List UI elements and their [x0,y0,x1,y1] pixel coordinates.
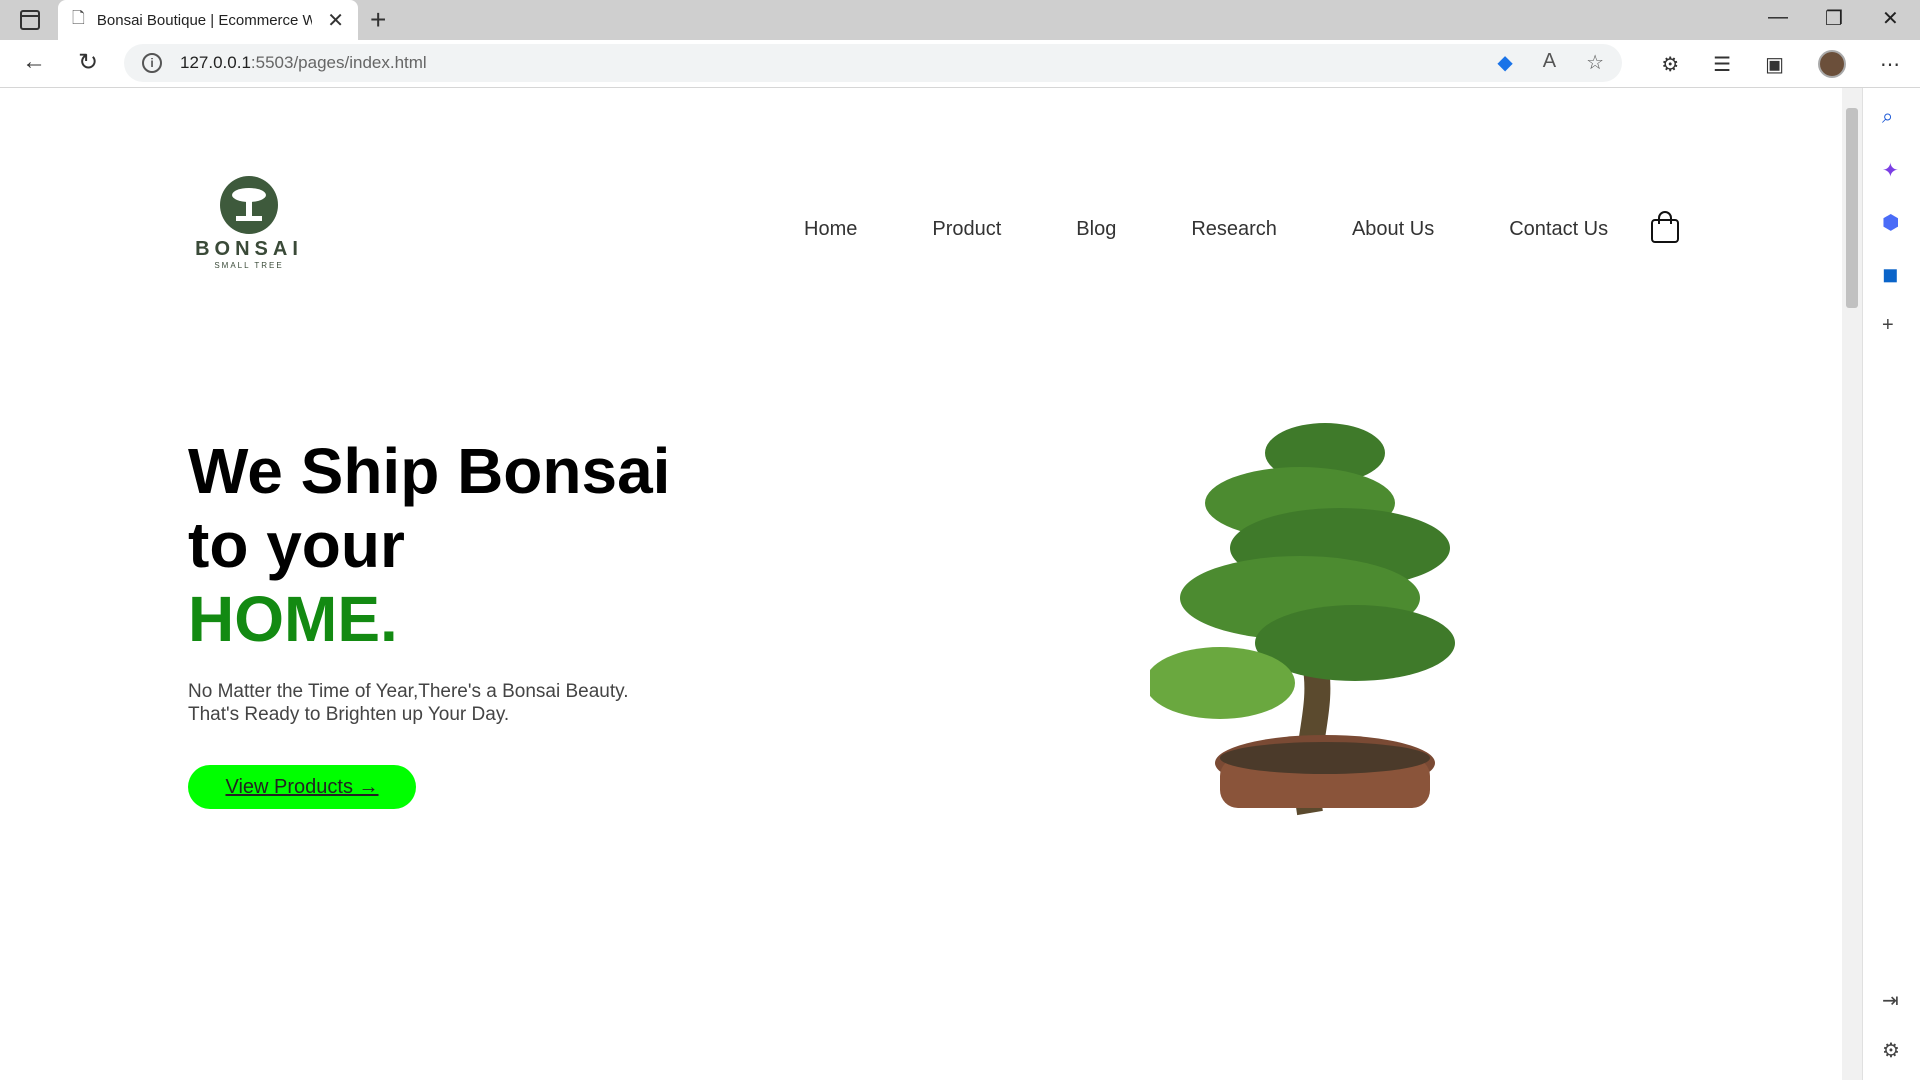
search-icon[interactable]: ⌕ [1882,106,1893,129]
hero-subtitle-line-1: No Matter the Time of Year,There's a Bon… [188,681,629,702]
back-icon[interactable]: ← [22,48,46,76]
hero-subtitle: No Matter the Time of Year,There's a Bon… [188,680,708,726]
tab-actions-icon[interactable] [20,10,40,30]
hide-sidebar-icon[interactable]: ⇥ [1882,988,1899,1013]
brand-tagline: SMALL TREE [214,261,284,270]
brand-name: BONSAI [195,238,303,260]
bonsai-logo-icon [220,176,278,234]
browser-toolbar: ← ↻ i 127.0.0.1:5503/pages/index.html ◆ … [0,40,1920,88]
settings-gear-icon[interactable]: ⚙ [1882,1038,1900,1063]
close-window-icon[interactable]: ✕ [1882,6,1899,31]
hero-line-1: We Ship Bonsai [188,435,671,507]
bonsai-tree-image [1150,423,1455,816]
page-icon: 🗋 [72,9,85,27]
nav-home[interactable]: Home [804,218,857,241]
nav-product[interactable]: Product [932,218,1001,241]
close-tab-icon[interactable]: ✕ [327,8,344,33]
collections-icon[interactable]: ▣ [1765,52,1784,77]
shopping-bag-icon[interactable] [1650,210,1680,244]
scrollbar-thumb[interactable] [1846,108,1858,308]
nav-contact-us[interactable]: Contact Us [1509,218,1608,241]
profile-avatar[interactable] [1818,50,1846,78]
restore-icon[interactable]: ❐ [1825,6,1843,31]
tab-title: Bonsai Boutique | Ecommerce W [96,11,312,29]
toolbar-actions: ⚙ ☰ ▣ ⋯ [1661,50,1900,78]
hero-subtitle-line-2: That's Ready to Brighten up Your Day. [188,704,510,725]
copilot-icon[interactable]: ✦ [1882,158,1899,183]
view-products-button[interactable]: View Products → [188,765,416,809]
more-menu-icon[interactable]: ⋯ [1880,52,1900,77]
info-icon[interactable]: i [142,53,162,73]
web-page: BONSAI SMALL TREE Home Product Blog Rese… [0,88,1842,1080]
add-favorite-icon[interactable]: ☆ [1586,50,1604,75]
nav-blog[interactable]: Blog [1076,218,1116,241]
add-icon[interactable]: + [1882,314,1894,337]
outlook-icon[interactable]: ◼ [1882,262,1899,287]
favorites-icon[interactable]: ☰ [1713,52,1731,77]
site-logo[interactable]: BONSAI SMALL TREE [186,176,312,270]
edge-sidebar: ⌕ ✦ ⬢ ◼ + ⇥ ⚙ [1862,88,1920,1080]
refresh-icon[interactable]: ↻ [78,48,98,77]
page-scrollbar[interactable] [1842,88,1862,1080]
browser-tab[interactable]: 🗋 Bonsai Boutique | Ecommerce W ✕ [58,0,358,40]
extensions-icon[interactable]: ⚙ [1661,52,1679,77]
hero-line-2: to your [188,509,405,581]
main-nav: Home Product Blog Research About Us Cont… [804,218,1683,241]
new-tab-icon[interactable]: + [370,4,386,36]
nav-research[interactable]: Research [1191,218,1277,241]
read-aloud-icon[interactable]: A [1543,50,1556,75]
url-text: 127.0.0.1:5503/pages/index.html [180,53,427,72]
minimize-icon[interactable]: — [1768,6,1788,29]
coupon-tag-icon[interactable]: ◆ [1497,50,1512,75]
office-icon[interactable]: ⬢ [1882,210,1899,235]
address-bar-actions: ◆ A ☆ [1497,50,1604,75]
hero-heading: We Ship Bonsai to your HOME. [188,434,670,656]
hero-accent: HOME. [188,583,398,655]
address-bar[interactable]: i 127.0.0.1:5503/pages/index.html ◆ A ☆ [124,44,1622,82]
browser-tabstrip: 🗋 Bonsai Boutique | Ecommerce W ✕ + — ❐ … [0,0,1920,40]
nav-about-us[interactable]: About Us [1352,218,1434,241]
